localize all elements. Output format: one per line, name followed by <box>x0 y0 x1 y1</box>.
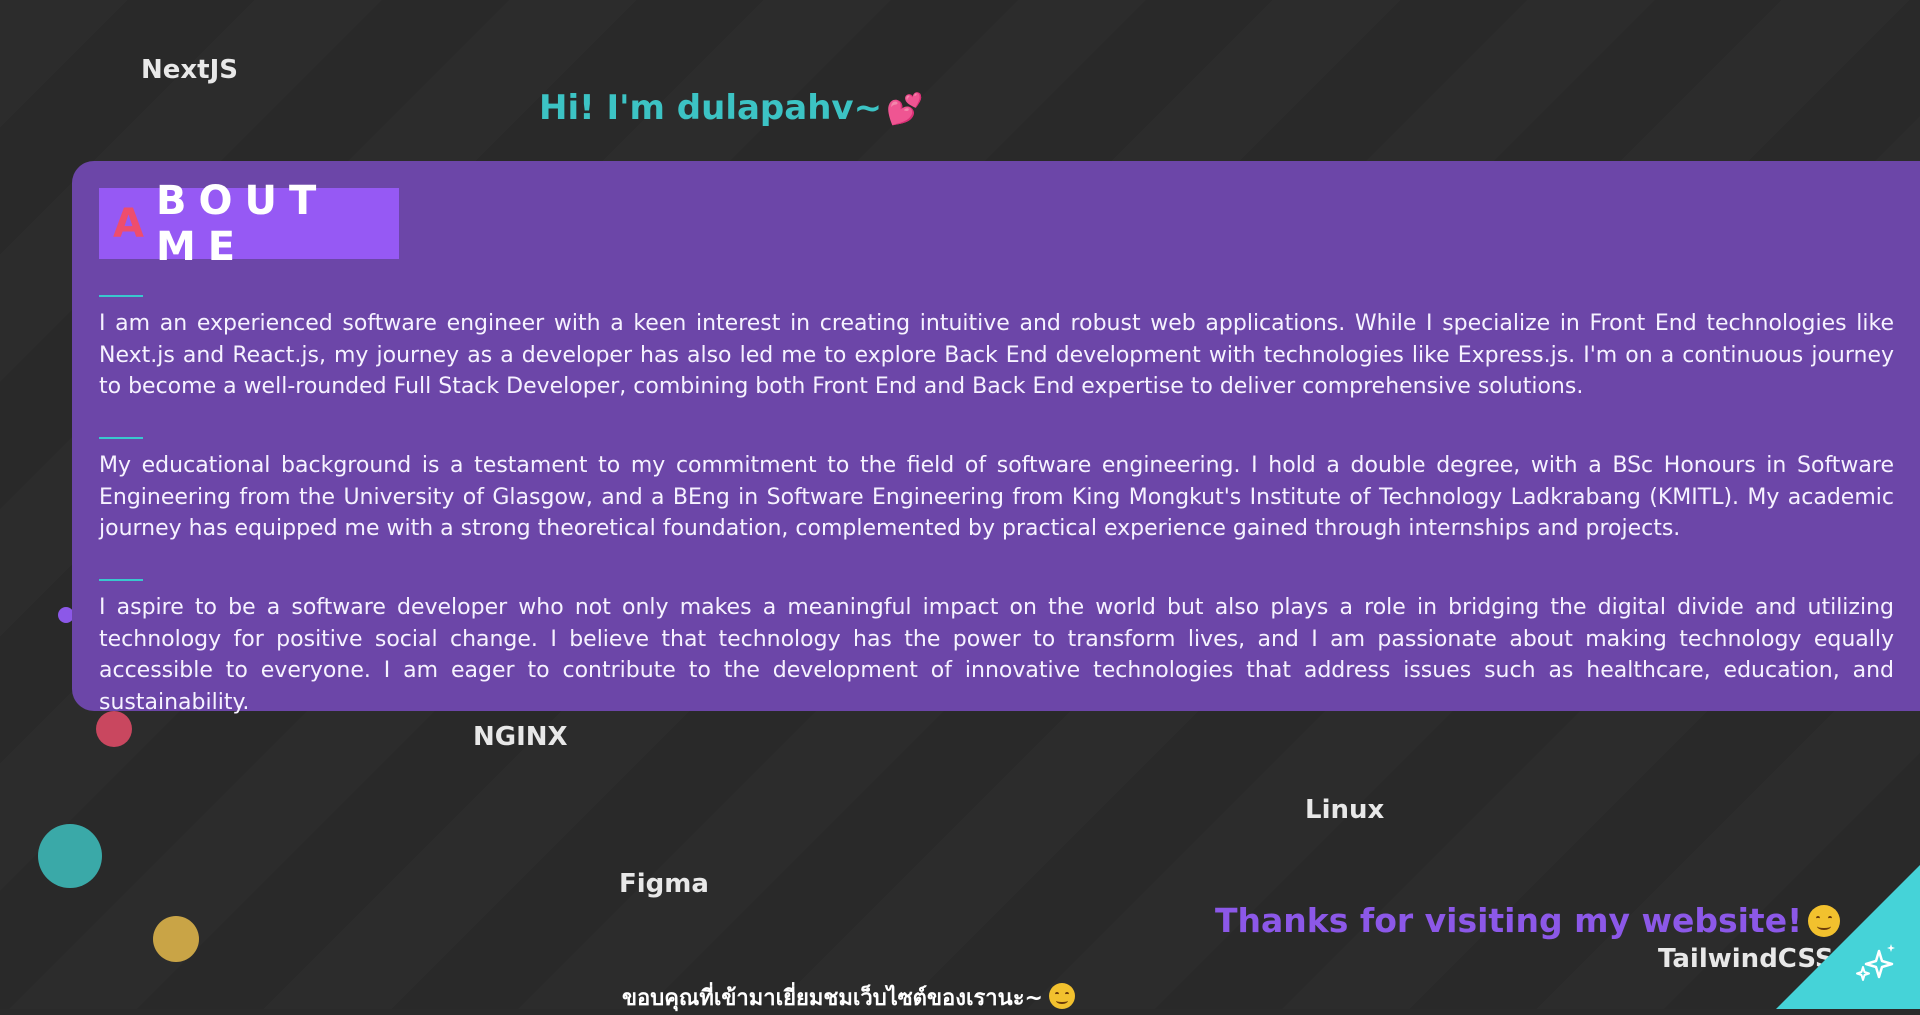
about-paragraph-education: My educational background is a testament… <box>99 453 1894 541</box>
thanks-message: Thanks for visiting my website! <box>1215 901 1841 940</box>
thanks-text: Thanks for visiting my website! <box>1215 901 1803 940</box>
about-paragraph-aspiration: I aspire to be a software developer who … <box>99 595 1894 715</box>
tech-label-linux: Linux <box>1305 795 1385 825</box>
smiling-face-icon <box>1808 905 1841 937</box>
paragraph-divider <box>99 295 143 297</box>
about-me-title: A BOUT ME <box>99 178 399 270</box>
decorative-dot-teal <box>38 824 102 888</box>
greeting-heading: Hi! I'm dulapahv~ 💕 <box>539 88 923 128</box>
greeting-text: Hi! I'm dulapahv~ <box>539 88 883 128</box>
thai-thanks-text: ขอบคุณที่เข้ามาเยี่ยมชมเว็บไซต์ของเรานะ~ <box>622 986 1043 1011</box>
decorative-dot-gold <box>153 916 199 962</box>
tech-label-nginx: NGINX <box>473 722 568 752</box>
paragraph-divider <box>99 579 143 581</box>
two-hearts-icon: 💕 <box>886 92 924 127</box>
sparkles-icon <box>1856 944 1895 981</box>
about-me-card: A BOUT ME I am an experienced software en… <box>72 161 1920 715</box>
tech-label-nextjs: NextJS <box>141 55 238 85</box>
about-title-first-letter: A <box>113 200 156 247</box>
paragraph-divider <box>99 437 143 439</box>
about-title-rest: BOUT ME <box>155 177 329 270</box>
thai-thanks-message: ขอบคุณที่เข้ามาเยี่ยมชมเว็บไซต์ของเรานะ~ <box>622 980 1075 1015</box>
tech-label-tailwindcss: TailwindCSS <box>1658 944 1834 974</box>
tech-label-figma: Figma <box>619 869 709 899</box>
smiling-face-icon <box>1048 983 1075 1009</box>
about-paragraph-intro: I am an experienced software engineer wi… <box>99 311 1894 399</box>
